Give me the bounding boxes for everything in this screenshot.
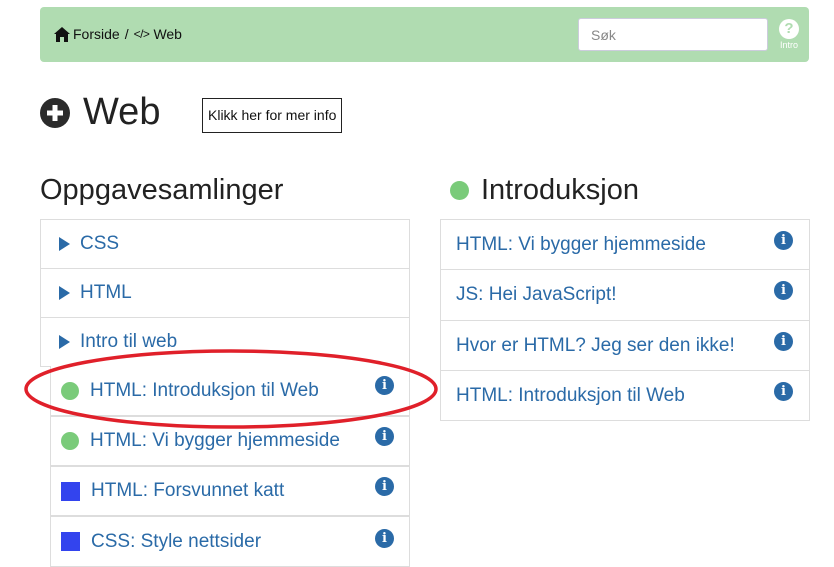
folder-label: HTML [80,282,132,303]
info-icon[interactable]: i [375,376,394,395]
intro-item-label: HTML: Vi bygger hjemmeside [456,233,706,255]
search-input[interactable] [578,18,768,51]
lesson-label: HTML: Vi bygger hjemmeside [90,430,340,451]
lesson-item[interactable]: CSS: Style nettsider i [50,516,410,567]
folder-item-html[interactable]: HTML [40,268,410,318]
breadcrumb-home-label: Forside [73,26,120,42]
expand-triangle-icon [59,237,70,251]
intro-item[interactable]: HTML: Vi bygger hjemmeside i [440,219,810,270]
plus-circle-icon[interactable] [40,97,70,128]
expand-triangle-icon [59,286,70,300]
info-icon[interactable]: i [774,332,793,351]
green-circle-marker [61,381,79,400]
intro-item-label: Hvor er HTML? Jeg ser den ikke! [456,334,735,356]
intro-item[interactable]: JS: Hei JavaScript! i [440,269,810,321]
folder-label: CSS [80,233,120,254]
lesson-label: HTML: Forsvunnet katt [91,480,285,501]
collections-title: Oppgavesamlinger [40,174,284,206]
blue-square-marker [61,532,80,551]
breadcrumb-separator: / [124,26,129,42]
page-heading: Web [40,91,160,134]
intro-item[interactable]: Hvor er HTML? Jeg ser den ikke! i [440,320,810,371]
green-circle-marker [61,432,79,450]
folder-item-css[interactable]: CSS [40,219,410,269]
blue-square-marker [61,481,80,501]
intro-help-label: Intro [779,40,798,50]
info-icon[interactable]: i [375,477,394,496]
breadcrumb-home-link[interactable]: Forside [54,26,120,42]
breadcrumb-current[interactable]: Web [153,26,182,42]
intro-item-label: JS: Hei JavaScript! [456,284,617,305]
introduction-title: Introduksjon [450,174,639,207]
lesson-item[interactable]: HTML: Forsvunnet katt i [50,466,410,516]
top-nav-bar: Forside / </> Web ? Intro [40,7,809,62]
intro-help-button[interactable]: ? Intro [777,19,801,50]
info-icon[interactable]: i [774,382,793,401]
question-icon: ? [779,19,799,39]
lesson-item[interactable]: HTML: Vi bygger hjemmeside i [50,416,410,466]
info-icon[interactable]: i [774,231,793,250]
expand-triangle-icon [59,335,70,349]
lesson-item[interactable]: HTML: Introduksjon til Web i [50,366,410,416]
intro-item[interactable]: HTML: Introduksjon til Web i [440,370,810,421]
more-info-button[interactable]: Klikk her for mer info [202,98,343,133]
folder-item-intro-til-web[interactable]: Intro til web [40,317,410,367]
lesson-label: HTML: Introduksjon til Web [90,379,319,401]
info-icon[interactable]: i [774,281,793,300]
green-circle-icon [450,181,469,200]
introduction-title-text: Introduksjon [481,174,639,206]
folder-label: Intro til web [80,331,178,352]
intro-item-label: HTML: Introduksjon til Web [456,384,685,406]
code-icon: </> [133,27,150,41]
info-icon[interactable]: i [375,529,394,548]
home-icon [54,26,70,42]
info-icon[interactable]: i [375,427,394,446]
lesson-label: CSS: Style nettsider [91,530,262,552]
breadcrumb: Forside / </> Web [54,26,182,42]
page-title: Web [83,91,161,133]
